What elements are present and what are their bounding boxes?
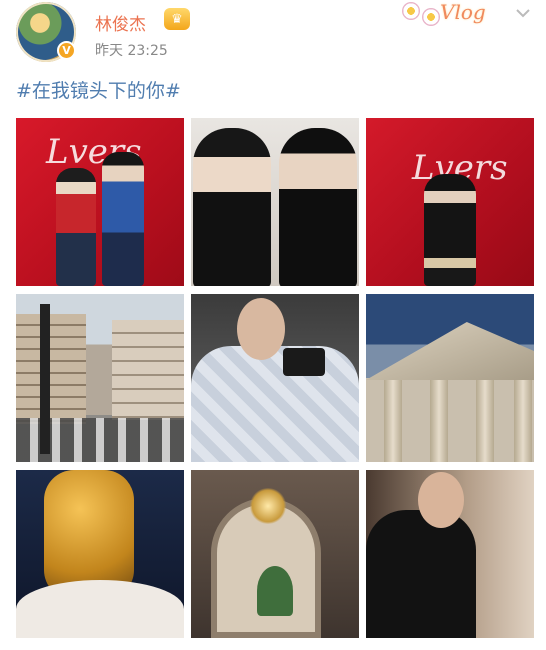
column — [514, 380, 532, 462]
photo-9[interactable] — [366, 470, 534, 638]
vlog-sticker-text: Vlog — [440, 0, 486, 24]
post-timestamp: 昨天 23:25 — [95, 43, 168, 59]
post-header: V 林俊杰 ♛ 昨天 23:25 Vlog — [0, 0, 546, 72]
photo-8[interactable] — [191, 470, 359, 638]
photo-6[interactable] — [366, 294, 534, 462]
photo-5[interactable] — [191, 294, 359, 462]
photo-1[interactable]: Lvers — [16, 118, 184, 286]
pediment — [366, 322, 534, 380]
photo-2[interactable] — [191, 118, 359, 286]
photo-grid: Lvers Lvers — [16, 118, 534, 638]
crown-icon: ♛ — [164, 8, 190, 30]
flower-icon — [422, 8, 440, 26]
person-figure — [279, 128, 357, 286]
person-face — [237, 298, 285, 360]
chevron-down-icon[interactable] — [514, 4, 534, 24]
verified-badge-icon: V — [57, 41, 76, 60]
camera-icon — [283, 348, 325, 376]
column — [384, 380, 402, 462]
person-face — [418, 472, 464, 528]
person-figure — [424, 174, 476, 286]
photo-3[interactable]: Lvers — [366, 118, 534, 286]
chandelier — [249, 488, 287, 524]
column — [430, 380, 448, 462]
person-figure — [56, 168, 96, 286]
street-pole — [40, 304, 50, 454]
potted-plant — [257, 566, 293, 616]
vlog-sticker: Vlog — [398, 0, 516, 30]
post-text-hashtag[interactable]: #在我镜头下的你# — [16, 76, 181, 103]
photo-4[interactable] — [16, 294, 184, 462]
building — [112, 320, 184, 420]
person-figure — [193, 128, 271, 286]
photo-7[interactable] — [16, 470, 184, 638]
flower-icon — [402, 2, 420, 20]
white-fabric — [16, 580, 184, 638]
person-figure — [102, 152, 144, 286]
building — [16, 314, 86, 424]
jacket — [191, 346, 359, 462]
person-figure — [366, 510, 476, 638]
column — [476, 380, 494, 462]
username[interactable]: 林俊杰 — [95, 10, 146, 35]
